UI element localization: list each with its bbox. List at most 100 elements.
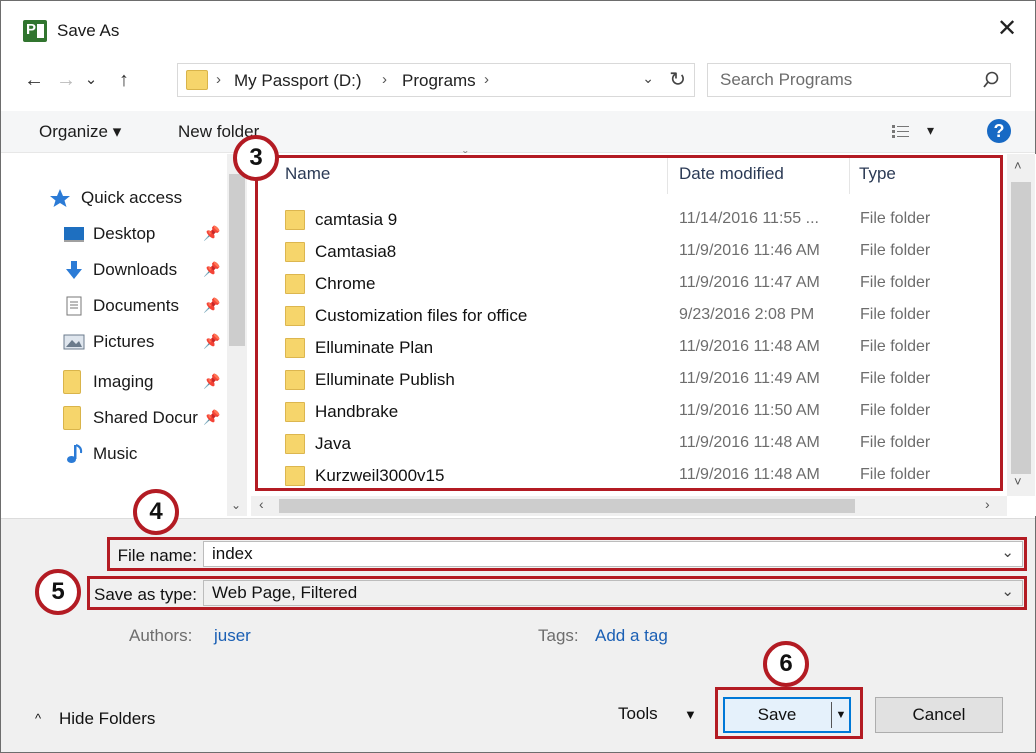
cancel-button[interactable]: Cancel [875,697,1003,733]
scrollbar-thumb[interactable] [1011,182,1031,474]
picture-icon [63,334,85,350]
navigation-pane-scrollbar[interactable]: ⌄ [227,154,247,516]
app-icon-letter: P [26,21,37,38]
pin-icon[interactable]: 📌 [203,333,220,350]
navigation-row: ← → ⌄ ↑ › My Passport (D:) › Programs › … [1,59,1035,103]
save-as-type-dropdown-chevron-icon[interactable]: ⌄ [1001,582,1014,600]
breadcrumb-programs[interactable]: Programs [402,71,476,91]
nav-item-pictures[interactable]: Pictures 📌 [1,328,226,358]
save-as-type-select[interactable]: Web Page, Filtered ⌄ [203,580,1023,606]
column-header-name[interactable]: Name [285,164,330,184]
file-name-dropdown-chevron-icon[interactable]: ⌄ [1001,543,1014,561]
scrollbar-thumb[interactable] [229,174,245,346]
authors-value[interactable]: juser [214,626,251,646]
column-divider[interactable] [667,158,668,194]
nav-item-documents[interactable]: Documents 📌 [1,292,226,322]
file-type: File folder [860,306,931,323]
breadcrumb-drive[interactable]: My Passport (D:) [234,71,362,91]
close-icon[interactable]: ✕ [993,15,1021,43]
pin-icon[interactable]: 📌 [203,261,220,278]
tags-label: Tags: [538,626,579,645]
pin-icon[interactable]: 📌 [203,225,220,242]
search-box[interactable] [707,63,1011,97]
title-bar: P Save As ✕ [1,1,1035,59]
nav-item-label: Desktop [93,224,156,243]
file-name-field[interactable]: ⌄ [203,541,1023,567]
document-icon [66,296,82,316]
file-date: 11/9/2016 11:46 AM [679,242,820,259]
save-as-type-value: Web Page, Filtered [212,583,358,602]
save-button[interactable]: Save ▼ [723,697,851,733]
file-row[interactable]: Elluminate Plan 11/9/2016 11:48 AM File … [285,332,985,364]
desktop-icon [64,227,84,242]
file-name-input[interactable] [212,544,972,564]
column-header-date-modified[interactable]: Date modified [679,164,784,184]
pin-icon[interactable]: 📌 [203,373,220,390]
save-as-type-label: Save as type: [93,585,197,604]
folder-icon [186,70,208,90]
file-row[interactable]: Handbrake 11/9/2016 11:50 AM File folder [285,396,985,428]
scroll-left-chevron-icon[interactable]: ‹ [259,496,264,512]
refresh-icon[interactable]: ↻ [669,67,686,92]
forward-arrow-icon[interactable]: → [53,65,79,95]
file-list-vertical-scrollbar[interactable]: ˄ ˅ [1007,154,1035,496]
address-dropdown-chevron-icon[interactable]: ⌄ [642,70,654,87]
project-app-icon: P [23,20,47,42]
nav-item-desktop[interactable]: Desktop 📌 [1,220,226,250]
scroll-up-chevron-icon[interactable]: ˄ [1014,158,1022,173]
file-date: 11/9/2016 11:50 AM [679,402,820,419]
back-arrow-icon[interactable]: ← [21,65,47,95]
pin-icon[interactable]: 📌 [203,409,220,426]
tools-menu-button[interactable]: Tools [618,704,658,724]
folder-icon [285,402,305,422]
file-date: 11/9/2016 11:47 AM [679,274,820,291]
scrollbar-thumb[interactable] [279,499,855,513]
collapse-caret-icon: ^ [35,711,42,726]
column-header-type[interactable]: Type [859,164,896,184]
file-row[interactable]: Elluminate Publish 11/9/2016 11:49 AM Fi… [285,364,985,396]
navigation-pane: Quick access Desktop 📌 Downloads 📌 Docum… [1,154,247,516]
search-input[interactable] [720,69,970,91]
scroll-down-chevron-icon[interactable]: ⌄ [231,498,241,512]
save-dropdown-arrow-icon[interactable]: ▼ [833,699,849,731]
view-dropdown-chevron-icon[interactable]: ▾ [927,122,934,139]
nav-item-label: Shared Docur [93,408,198,427]
file-name-label: File name: [117,546,197,565]
scroll-right-chevron-icon[interactable]: › [985,496,990,512]
scroll-down-chevron-icon[interactable]: ˅ [1014,474,1022,489]
up-arrow-icon[interactable]: ↑ [111,65,137,95]
nav-item-downloads[interactable]: Downloads 📌 [1,256,226,286]
file-row[interactable]: camtasia 9 11/14/2016 11:55 ... File fol… [285,204,985,236]
file-row[interactable]: Chrome 11/9/2016 11:47 AM File folder [285,268,985,300]
address-bar[interactable]: › My Passport (D:) › Programs › ⌄ ↻ [177,63,695,97]
file-list: ˇ Name Date modified Type camtasia 9 11/… [251,148,1036,516]
file-row[interactable]: Java 11/9/2016 11:48 AM File folder [285,428,985,460]
file-name: Elluminate Plan [315,338,434,357]
annotation-badge-3: 3 [233,135,279,181]
view-options-icon[interactable] [891,123,911,141]
file-date: 11/9/2016 11:48 AM [679,434,820,451]
recent-locations-chevron-icon[interactable]: ⌄ [81,65,101,95]
nav-item-music[interactable]: Music [1,440,226,470]
folder-icon [63,406,81,430]
file-list-horizontal-scrollbar[interactable]: ‹ › [251,496,1007,516]
pin-icon[interactable]: 📌 [203,297,220,314]
file-date: 11/9/2016 11:49 AM [679,370,820,387]
file-row[interactable]: Camtasia8 11/9/2016 11:46 AM File folder [285,236,985,268]
search-icon[interactable] [982,70,1000,90]
nav-item-quick-access[interactable]: Quick access [1,184,226,214]
column-divider[interactable] [849,158,850,194]
file-row[interactable]: Kurzweil3000v15 11/9/2016 11:48 AM File … [285,460,985,492]
nav-item-shared-documents[interactable]: Shared Docur 📌 [1,404,226,434]
tags-add-link[interactable]: Add a tag [595,626,668,646]
nav-item-imaging[interactable]: Imaging 📌 [1,368,226,398]
file-row[interactable]: Customization files for office 9/23/2016… [285,300,985,332]
help-icon[interactable]: ? [987,119,1011,143]
file-name: Elluminate Publish [315,370,455,389]
save-button-label: Save [757,705,797,724]
folder-icon [63,370,81,394]
folder-icon [285,306,305,326]
file-name: Java [315,434,351,453]
tools-dropdown-caret-icon[interactable]: ▼ [684,707,697,722]
organize-menu-button[interactable]: Organize ▾ [39,122,121,142]
